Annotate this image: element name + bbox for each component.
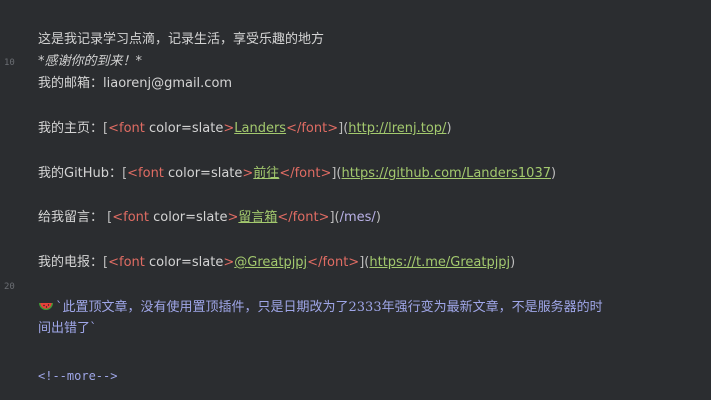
- github-label: 我的GitHub：: [38, 166, 123, 181]
- font-open-tag: <font: [108, 255, 145, 270]
- thanks-text: *感谢你的到来！*: [38, 54, 143, 69]
- note-line-1: `此置顶文章，没有使用置顶插件，只是日期改为了2333年强行变为最新文章，不是服…: [38, 298, 603, 320]
- telegram-url[interactable]: https://t.me/Greatpjpj: [369, 255, 510, 270]
- font-open-tag: <font: [108, 121, 145, 136]
- telegram-line: 我的电报：[<font color=slate>@Greatpjpj</font…: [38, 254, 515, 272]
- line-number-10: 10: [4, 58, 15, 68]
- note-line-2: 间出错了`: [38, 320, 97, 338]
- font-close-tag: </font>: [279, 166, 332, 181]
- email-line: 我的邮箱：liaorenj@gmail.com: [38, 75, 232, 93]
- note-text-line-1: `此置顶文章，没有使用置顶插件，只是日期改为了2333年强行变为最新文章，不是服…: [56, 300, 603, 315]
- intro-line: 这是我记录学习点滴，记录生活，享受乐趣的地方: [38, 31, 324, 49]
- home-line: 我的主页：[<font color=slate>Landers</font>](…: [38, 120, 452, 138]
- thanks-line: *感谢你的到来！*: [38, 53, 142, 71]
- message-link-text[interactable]: 留言箱: [238, 210, 277, 225]
- home-url[interactable]: http://lrenj.top/: [348, 121, 446, 136]
- more-comment: <!--more-->: [38, 369, 118, 383]
- font-attr: color=slate: [144, 255, 224, 270]
- message-label: 给我留言：: [38, 210, 104, 225]
- font-close-tag: </font>: [307, 255, 360, 270]
- font-attr: color=slate: [163, 166, 243, 181]
- tag-gt: >: [223, 255, 235, 270]
- font-open-tag: <font: [127, 166, 164, 181]
- tag-gt: >: [223, 121, 235, 136]
- github-line: 我的GitHub：[<font color=slate>前往</font>](h…: [38, 165, 556, 183]
- message-line: 给我留言： [<font color=slate>留言箱</font>](/me…: [38, 209, 381, 227]
- line-gutter: 10 20: [0, 0, 28, 400]
- bracket-paren: ](: [331, 166, 342, 181]
- bracket-paren: ](: [359, 255, 370, 270]
- close-paren: ): [550, 166, 557, 181]
- line-number-20: 20: [4, 282, 15, 292]
- tag-gt: >: [242, 166, 254, 181]
- telegram-link-text[interactable]: @Greatpjpj: [234, 255, 307, 270]
- home-label: 我的主页：: [38, 121, 104, 136]
- font-attr: color=slate: [149, 210, 228, 225]
- github-url[interactable]: https://github.com/Landers1037: [342, 166, 551, 181]
- close-paren: ): [375, 210, 381, 225]
- message-url[interactable]: /mes/: [340, 210, 376, 225]
- bracket-paren: ](: [338, 121, 349, 136]
- more-comment-line: <!--more-->: [38, 367, 117, 386]
- bracket-paren: ](: [329, 210, 340, 225]
- font-close-tag: </font>: [286, 121, 339, 136]
- intro-text: 这是我记录学习点滴，记录生活，享受乐趣的地方: [38, 32, 325, 47]
- close-paren: ): [446, 121, 452, 136]
- markdown-editor[interactable]: 10 20 这是我记录学习点滴，记录生活，享受乐趣的地方 *感谢你的到来！* 我…: [0, 0, 711, 400]
- home-link-text[interactable]: Landers: [234, 121, 286, 136]
- email-label: 我的邮箱：: [38, 76, 104, 91]
- watermelon-icon: [38, 298, 54, 320]
- tag-gt: >: [227, 210, 239, 225]
- font-close-tag: </font>: [277, 210, 330, 225]
- email-value: liaorenj@gmail.com: [103, 76, 233, 91]
- telegram-label: 我的电报：: [38, 255, 104, 270]
- github-link-text[interactable]: 前往: [253, 166, 279, 181]
- note-text-line-2: 间出错了`: [38, 321, 97, 336]
- font-attr: color=slate: [144, 121, 224, 136]
- close-paren: ): [510, 255, 516, 270]
- font-open-tag: <font: [112, 210, 149, 225]
